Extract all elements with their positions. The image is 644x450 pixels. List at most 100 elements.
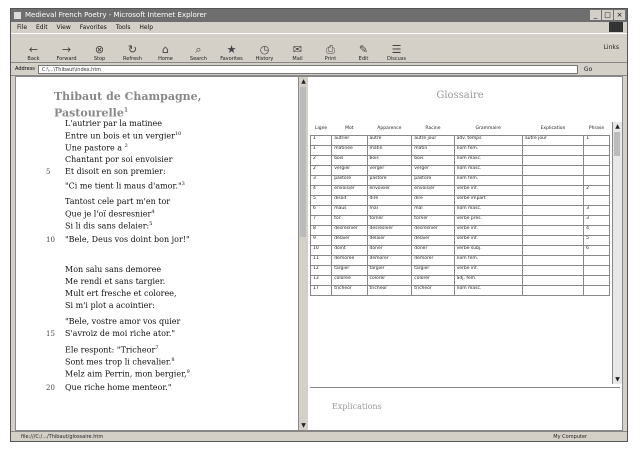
glossary-title: Glossaire bbox=[436, 90, 484, 101]
links-button[interactable]: Links bbox=[604, 44, 619, 51]
line-number: 15 bbox=[46, 330, 55, 338]
glossary-cell: tor bbox=[331, 215, 368, 226]
refresh-button[interactable]: ↻ Refresh bbox=[116, 36, 149, 63]
table-row[interactable]: 10 doint doner doner verbe subj. 6 bbox=[309, 245, 610, 256]
glossary-scroll-thumb[interactable] bbox=[614, 132, 620, 156]
menu-view[interactable]: View bbox=[57, 24, 71, 31]
poem-line: Mon salu sans demoree bbox=[65, 265, 161, 274]
glossary-cell: 4 bbox=[583, 225, 610, 236]
footnote-link[interactable]: 10 bbox=[175, 131, 181, 137]
glossary-cell: pastore bbox=[331, 175, 368, 186]
poem-frame: Thibaut de Champagne, Pastourelle1 L'aut… bbox=[16, 77, 298, 430]
menu-tools[interactable]: Tools bbox=[116, 24, 131, 31]
table-row[interactable]: 9 delaier delaier delaier verbe inf. 5 bbox=[309, 235, 610, 246]
table-row[interactable]: 2 vergier verger verger nom masc. bbox=[309, 165, 610, 176]
table-row[interactable]: 11 demoree demorer demorer nom fem. bbox=[309, 255, 610, 266]
address-input[interactable]: C:\...\Thibaut\index.htm bbox=[37, 64, 578, 74]
stop-button[interactable]: ⊗ Stop bbox=[83, 36, 116, 63]
footnote-link[interactable]: 3 bbox=[182, 181, 185, 187]
menu-help[interactable]: Help bbox=[139, 24, 153, 31]
print-button[interactable]: ⎙ Print bbox=[314, 36, 347, 63]
poem-scrollbar[interactable]: ▲ ▼ bbox=[298, 77, 308, 430]
table-row[interactable]: 4 envoisier envoisier envoisier verbe inf. 2 bbox=[309, 185, 610, 196]
home-label: Home bbox=[158, 56, 173, 62]
maximize-button[interactable]: □ bbox=[602, 10, 613, 20]
table-row[interactable]: 13 coloree colorer colorer adj. fem. bbox=[309, 275, 610, 286]
glossary-scroll-down-arrow-icon[interactable]: ▼ bbox=[613, 375, 622, 384]
line-number: 10 bbox=[46, 236, 55, 244]
glossary-cell: coloree bbox=[331, 275, 368, 286]
poem-line: Ele respont: "Tricheor7 bbox=[65, 345, 158, 355]
menu-favorites[interactable]: Favorites bbox=[80, 24, 107, 31]
go-button[interactable]: Go bbox=[584, 66, 592, 73]
footnote-link[interactable]: 9 bbox=[187, 369, 190, 375]
glossary-cell: 2 bbox=[309, 155, 333, 166]
table-row[interactable]: 2 bois bois bois nom masc. bbox=[309, 155, 610, 166]
glossary-cell: 10 bbox=[309, 245, 333, 256]
forward-button[interactable]: → Forward bbox=[50, 36, 83, 63]
glossary-cell: nom fem. bbox=[453, 255, 523, 266]
footnote-link[interactable]: 2 bbox=[125, 143, 128, 149]
poem-line: "Bele, vostre amor vos quier bbox=[65, 317, 180, 326]
title-bar: Medieval French Poetry - Microsoft Inter… bbox=[11, 9, 627, 22]
forward-label: Forward bbox=[56, 56, 77, 62]
edit-button[interactable]: ✎ Edit bbox=[347, 36, 380, 63]
poem-title-footnote[interactable]: 1 bbox=[124, 107, 128, 114]
glossary-cell: delaier bbox=[411, 235, 455, 246]
poem-scroll-thumb[interactable] bbox=[300, 87, 306, 237]
glossary-cell bbox=[583, 155, 610, 166]
close-button[interactable]: × bbox=[614, 10, 625, 20]
table-row[interactable]: 7 tor torner torner verbe pres. 3 bbox=[309, 215, 610, 226]
poem-line-text: Sont mes trop li chevalier. bbox=[65, 357, 172, 367]
table-row[interactable]: 6 maus mal mal nom masc. 3 bbox=[309, 205, 610, 216]
glossary-cell: tricheor bbox=[411, 285, 455, 296]
glossary-cell: verbe inf. bbox=[453, 185, 523, 196]
glossary-cell: demorer bbox=[366, 255, 413, 266]
glossary-cell bbox=[521, 165, 585, 176]
table-row[interactable]: 5 disoit dire dire verbe imparf. bbox=[309, 195, 610, 206]
home-button[interactable]: ⌂ Home bbox=[149, 36, 182, 63]
glossary-cell bbox=[583, 275, 610, 286]
minimize-button[interactable]: _ bbox=[590, 10, 601, 20]
menu-file[interactable]: File bbox=[17, 24, 27, 31]
glossary-cell: tricheor bbox=[331, 285, 368, 296]
glossary-scroll-up-arrow-icon[interactable]: ▲ bbox=[613, 122, 622, 131]
glossary-scrollbar[interactable]: ▲ ▼ bbox=[612, 122, 622, 384]
glossary-cell: doner bbox=[411, 245, 455, 256]
poem-line: Melz aim Perrin, mon bergier,9 bbox=[65, 369, 190, 379]
menu-edit[interactable]: Edit bbox=[36, 24, 48, 31]
scroll-up-arrow-icon[interactable]: ▲ bbox=[299, 77, 308, 86]
glossary-column-header: Ligne bbox=[314, 126, 328, 131]
table-row[interactable]: 1 autrier autre autre jour adv. temps autre j… bbox=[309, 135, 610, 146]
poem-line: Entre un bois et un vergier10 bbox=[65, 131, 181, 141]
table-row[interactable]: 17 tricheor tricheor tricheor nom masc. bbox=[309, 285, 610, 296]
footnote-link[interactable]: 7 bbox=[155, 345, 158, 351]
glossary-cell bbox=[521, 235, 585, 246]
glossary-cell: 3 bbox=[309, 175, 333, 186]
glossary-cell: verbe inf. bbox=[453, 235, 523, 246]
mail-button[interactable]: ✉ Mail bbox=[281, 36, 314, 63]
discuss-button[interactable]: ☰ Discuss bbox=[380, 36, 413, 63]
glossary-cell: 8 bbox=[309, 225, 333, 236]
footnote-link[interactable]: 5 bbox=[149, 221, 152, 227]
scroll-down-arrow-icon[interactable]: ▼ bbox=[299, 421, 308, 430]
glossary-cell bbox=[583, 255, 610, 266]
favorites-button[interactable]: ★ Favorites bbox=[215, 36, 248, 63]
table-row[interactable]: 1 matinee matin matin nom fem. bbox=[309, 145, 610, 156]
history-icon: ◷ bbox=[259, 43, 270, 56]
glossary-cell: 3 bbox=[583, 215, 610, 226]
glossary-column-header: Racine bbox=[425, 126, 441, 131]
glossary-cell: envoisier bbox=[366, 185, 413, 196]
poem-line-text: Melz aim Perrin, mon bergier, bbox=[65, 369, 187, 379]
table-row[interactable]: 12 targier targier targier verbe inf. bbox=[309, 265, 610, 276]
search-button[interactable]: ⌕ Search bbox=[182, 36, 215, 63]
footnote-link[interactable]: 4 bbox=[151, 209, 154, 215]
table-row[interactable]: 3 pastore pastore pastore nom fem. bbox=[309, 175, 610, 186]
glossary-cell: autre bbox=[366, 135, 413, 146]
back-button[interactable]: ← Back bbox=[17, 36, 50, 63]
table-row[interactable]: 8 desresnier desresnier desresnier verbe inf… bbox=[309, 225, 610, 236]
glossary-column-header: Apparence bbox=[377, 126, 402, 131]
footnote-link[interactable]: 8 bbox=[171, 357, 174, 363]
poem-line: Chantant por soi envoisier bbox=[65, 155, 172, 164]
history-button[interactable]: ◷ History bbox=[248, 36, 281, 63]
